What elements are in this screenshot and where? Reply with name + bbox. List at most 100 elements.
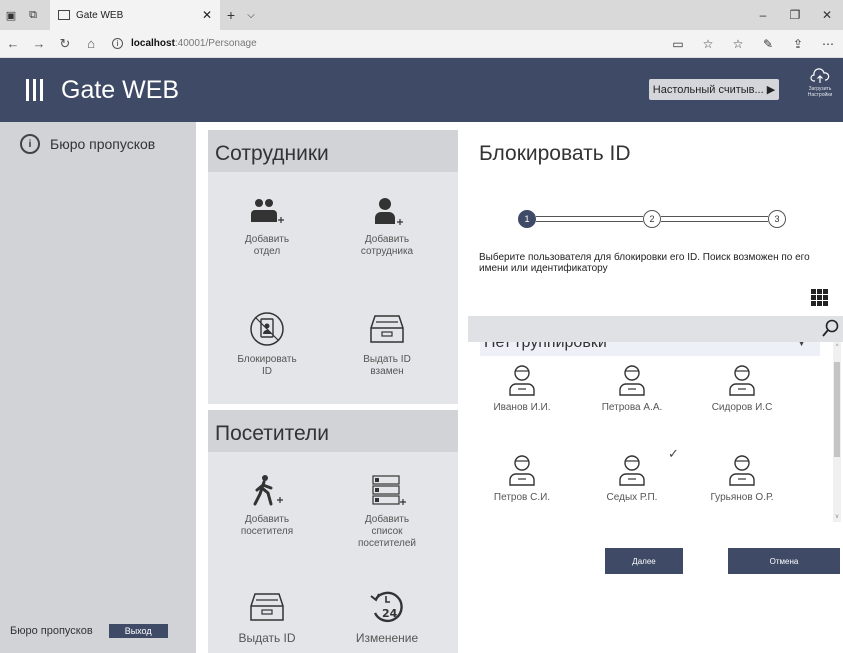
grid-view-icon[interactable] [811, 289, 828, 306]
tile-label-1: Добавить [244, 234, 290, 245]
url-field[interactable]: i localhost :40001/Personage [112, 38, 257, 49]
refresh-icon[interactable]: ↻ [52, 36, 78, 52]
window-controls: – ❐ ✕ [747, 8, 843, 22]
step-3: 3 [768, 210, 786, 228]
user-card[interactable]: Петров С.И. [482, 454, 562, 503]
search-input[interactable] [468, 316, 843, 342]
tile-label-1: Выдать ID [238, 631, 296, 645]
home-icon[interactable]: ⌂ [78, 36, 104, 51]
reading-view-icon[interactable]: ▭ [663, 37, 693, 51]
user-list-scrollbar[interactable]: ^ v [833, 342, 841, 522]
walking-person-icon [253, 475, 283, 506]
next-button[interactable]: Далее [605, 548, 683, 574]
new-tab-icon[interactable]: + [220, 7, 242, 23]
info-icon[interactable]: i [112, 38, 123, 49]
menu-icon[interactable] [26, 79, 43, 101]
user-icon [509, 365, 535, 396]
dialog-description: Выберите пользователя для блокировки его… [479, 252, 810, 274]
upload-settings-button[interactable]: Загрузить Настройки [800, 68, 840, 98]
user-name: Петрова А.А. [601, 402, 663, 413]
actions-panel: Сотрудники Добавить отдел Добавить сотру… [196, 122, 458, 653]
employees-title: Сотрудники [208, 130, 458, 172]
add-visitor-tile[interactable]: Добавить посетителя [212, 474, 322, 538]
wizard-stepper: 1 2 3 [518, 210, 818, 230]
tile-label-2: сотрудника [360, 246, 414, 257]
tab-title: Gate WEB [76, 9, 124, 21]
tile-label-2: взамен [370, 366, 404, 377]
logout-button[interactable]: Выход [108, 624, 168, 638]
svg-text:24: 24 [382, 607, 398, 620]
block-id-tile[interactable]: Блокировать ID [212, 310, 322, 378]
tile-label-3: посетителей [357, 538, 417, 549]
tile-label-2: список [371, 526, 403, 537]
user-card[interactable]: Иванов И.И. [482, 364, 562, 413]
minimize-icon[interactable]: – [747, 8, 779, 22]
block-id-dialog: Блокировать ID 1 2 3 Выберите пользовате… [458, 122, 843, 653]
tab-aside-icon[interactable]: ⧉ [22, 0, 44, 30]
user-card[interactable]: Гурьянов О.Р. [702, 454, 782, 503]
browser-actions: ▭ ☆ ☆ ✎ ⇪ ⋯ [663, 37, 843, 51]
sidebar-item-pass-office[interactable]: i Бюро пропусков [20, 134, 155, 154]
issue-id-tile[interactable]: Выдать ID [212, 588, 322, 644]
step-connector [661, 216, 768, 222]
user-name: Иванов И.И. [493, 402, 551, 413]
user-icon [729, 455, 755, 486]
url-path: :40001/Personage [174, 38, 257, 49]
change-tile[interactable]: 24 Изменение [332, 588, 442, 644]
reissue-id-tile[interactable]: Выдать ID взамен [332, 310, 442, 378]
forward-icon[interactable]: → [26, 36, 52, 51]
user-card[interactable]: Сидоров И.С [702, 364, 782, 413]
page-icon [58, 10, 70, 20]
back-icon[interactable]: ← [0, 36, 26, 51]
app-header: Gate WEB Настольный считыв... ▶ Загрузит… [0, 58, 843, 122]
user-icon [619, 455, 645, 486]
search-icon[interactable] [821, 319, 839, 339]
tile-label-2: ID [262, 366, 272, 377]
add-department-tile[interactable]: Добавить отдел [212, 196, 322, 258]
user-icon [619, 365, 645, 396]
tile-label-1: Выдать ID [363, 354, 411, 365]
scroll-down-icon[interactable]: v [833, 514, 841, 520]
add-department-icon [251, 199, 284, 223]
user-card[interactable]: Петрова А.А. [592, 364, 672, 413]
favorite-star-icon[interactable]: ☆ [693, 37, 723, 51]
restore-icon[interactable]: ❐ [779, 8, 811, 22]
scroll-up-icon[interactable]: ^ [833, 344, 841, 350]
browser-tab[interactable]: Gate WEB ✕ [50, 0, 220, 30]
cloud-upload-icon [810, 68, 830, 83]
user-card-selected[interactable]: Седых Р.П. [592, 454, 672, 503]
add-visitor-list-tile[interactable]: Добавить список посетителей [332, 474, 442, 550]
browser-tab-bar: ▣ ⧉ Gate WEB ✕ + ⌵ – ❐ ✕ [0, 0, 843, 30]
scrollbar-thumb[interactable] [834, 362, 840, 457]
sidebar: i Бюро пропусков Бюро пропусков Выход [0, 122, 196, 653]
visitors-title: Посетители [208, 410, 458, 452]
sidebar-footer: Бюро пропусков Выход [10, 624, 168, 638]
reader-select[interactable]: Настольный считыв... ▶ [649, 79, 779, 100]
add-employee-tile[interactable]: Добавить сотрудника [332, 196, 442, 258]
tile-label-1: Блокировать [237, 354, 297, 365]
tile-label-2: отдел [253, 246, 281, 257]
history-24-icon: 24 [370, 591, 403, 623]
close-tab-icon[interactable]: ✕ [202, 8, 212, 22]
dialog-title: Блокировать ID [479, 142, 631, 165]
share-icon[interactable]: ⇪ [783, 37, 813, 51]
tile-label-1: Добавить [244, 514, 290, 525]
user-name: Гурьянов О.Р. [710, 492, 774, 503]
step-2: 2 [643, 210, 661, 228]
user-icon [509, 455, 535, 486]
step-1: 1 [518, 210, 536, 228]
employees-section: Добавить отдел Добавить сотрудника Блоки… [208, 172, 458, 404]
tab-actions-icon[interactable]: ▣ [0, 0, 22, 30]
pen-icon[interactable]: ✎ [753, 37, 783, 51]
footer-label: Бюро пропусков [10, 625, 93, 637]
chevron-down-icon[interactable]: ⌵ [242, 10, 260, 21]
add-employee-icon [375, 198, 403, 225]
favorites-hub-icon[interactable]: ☆ [723, 37, 753, 51]
user-name: Петров С.И. [493, 492, 551, 503]
card-list-icon [372, 475, 406, 505]
tray-icon [370, 315, 404, 343]
address-bar: ← → ↻ ⌂ i localhost :40001/Personage ▭ ☆… [0, 30, 843, 58]
close-window-icon[interactable]: ✕ [811, 8, 843, 22]
cancel-button[interactable]: Отмена [728, 548, 840, 574]
more-icon[interactable]: ⋯ [813, 37, 843, 51]
